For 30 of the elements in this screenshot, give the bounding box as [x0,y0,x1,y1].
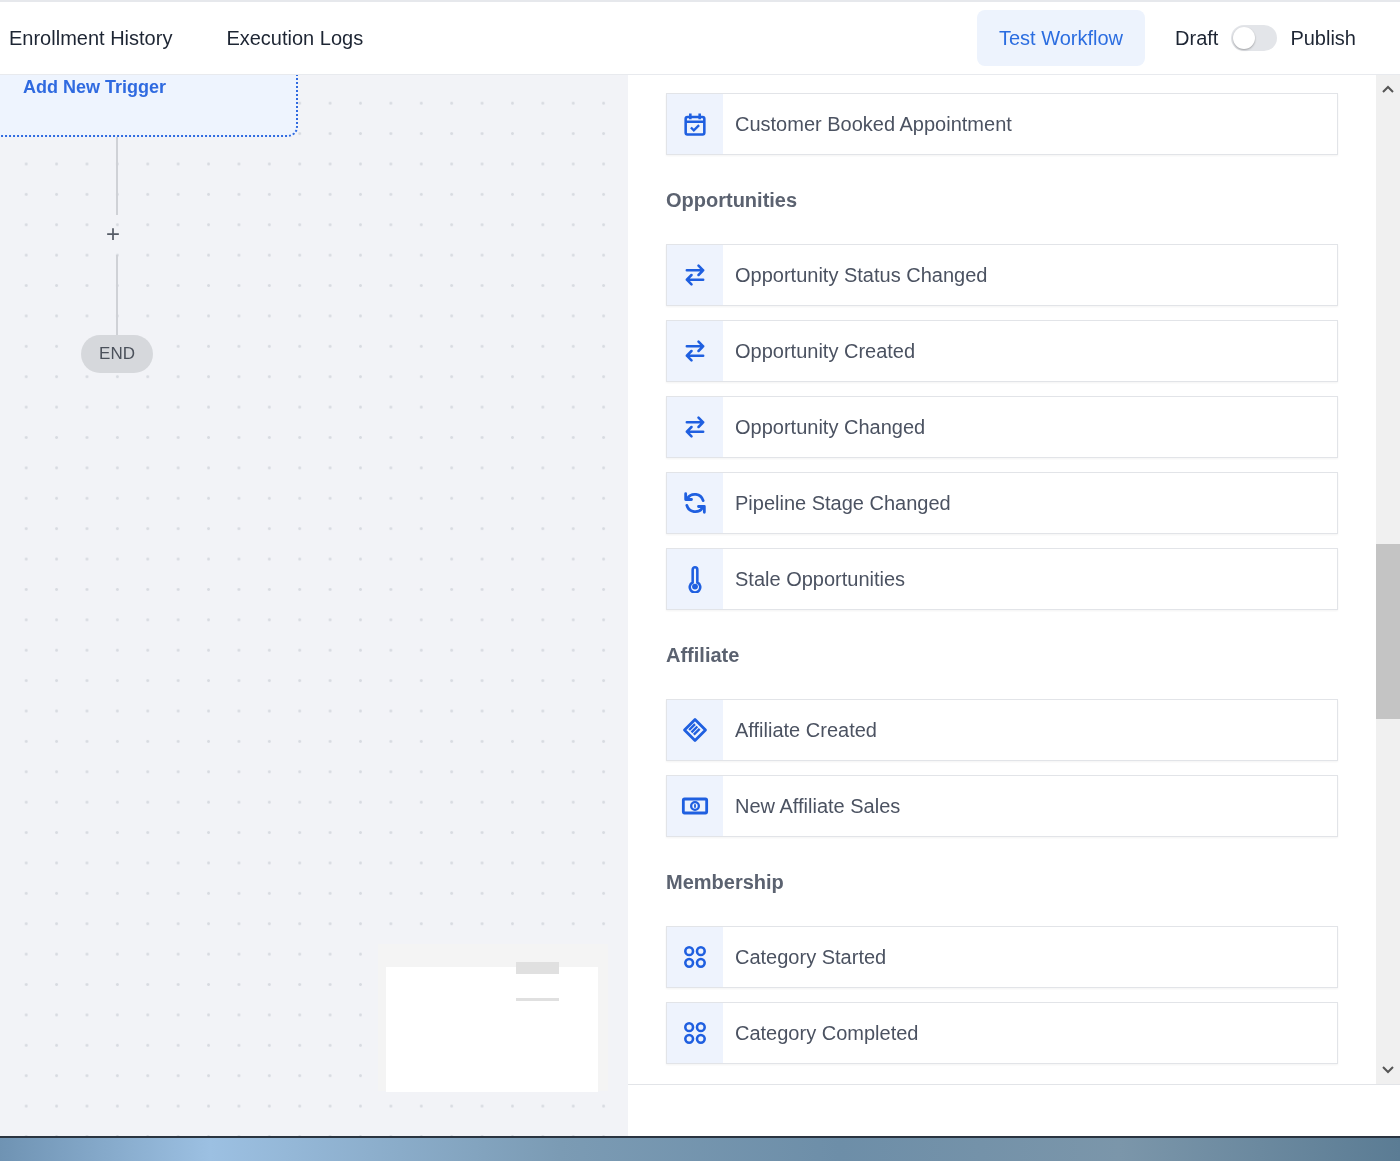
scrollbar-thumb[interactable] [1376,544,1400,719]
trigger-option[interactable]: Opportunity Created [666,320,1338,382]
section-heading: Opportunities [666,189,799,212]
four-circles-icon [681,943,709,971]
four-circles-icon [681,1019,709,1047]
header-tab[interactable]: Enrollment History [9,26,173,50]
header-tab[interactable]: Execution Logs [226,26,364,50]
end-node: END [81,335,153,373]
scroll-up-icon[interactable] [1382,85,1394,93]
publish-label: Publish [1290,26,1356,50]
scroll-down-icon[interactable] [1382,1066,1394,1074]
refresh-icon [681,489,709,517]
trigger-option[interactable]: Pipeline Stage Changed [666,472,1338,534]
trigger-option[interactable]: Category Completed [666,1002,1338,1064]
section-heading: Affiliate [666,644,741,667]
trigger-option[interactable]: Affiliate Created [666,699,1338,761]
add-trigger-card[interactable]: Add New Trigger [0,75,298,137]
trigger-option[interactable]: Stale Opportunities [666,548,1338,610]
draft-label: Draft [1175,26,1219,50]
scrollbar[interactable] [1376,75,1400,1084]
trigger-option[interactable]: Category Started [666,926,1338,988]
trigger-option[interactable]: Opportunity Status Changed [666,244,1338,306]
section-heading: Membership [666,871,785,894]
publish-toggle[interactable] [1231,25,1278,51]
add-step-button[interactable]: + [106,219,120,249]
test-workflow-button[interactable]: Test Workflow [976,10,1146,66]
trigger-option[interactable]: Customer Booked Appointment [666,93,1338,155]
trigger-option[interactable]: New Affiliate Sales [666,775,1338,837]
trigger-option[interactable]: Opportunity Changed [666,396,1338,458]
add-trigger-label: Add New Trigger [23,77,166,98]
